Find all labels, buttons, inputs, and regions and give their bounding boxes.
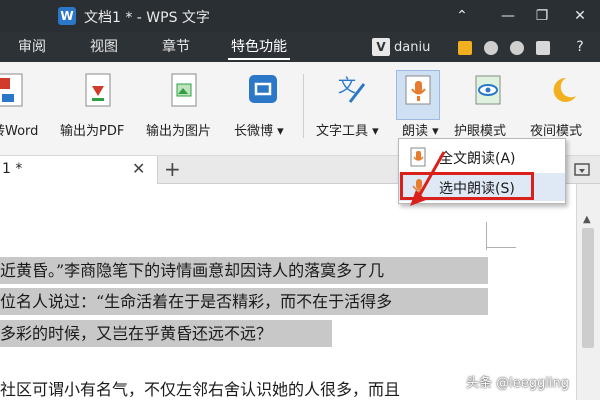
dropdown-label: 全文朗读(A) [439,151,516,167]
skin-icon[interactable] [510,41,524,55]
tab-list-icon[interactable] [574,162,590,178]
vertical-scrollbar[interactable]: ▲ [576,184,600,400]
shirt-icon[interactable] [536,41,550,55]
read-aloud-icon [405,75,431,105]
image-export-icon [171,73,197,107]
weibo-icon [249,75,277,103]
text-line-selected[interactable]: 近黄昏。”李商隐笔下的诗情画意却因诗人的落寞多了几 [0,257,488,284]
ribbon-label: 朗读 ▾ [402,124,439,139]
tab-chapter[interactable]: 章节 [156,32,196,62]
vip-icon: V [372,38,390,56]
menu-bar: 审阅 视图 章节 特色功能 Vdaniu ? [0,32,600,62]
margin-marker [486,222,487,250]
word-convert-icon [0,73,23,107]
watermark-text: 头条 @leeggling [466,376,569,391]
export-pdf-button[interactable]: 输出为PDF [60,68,140,148]
new-tab-button[interactable]: + [164,157,181,181]
collapse-ribbon-button[interactable]: ⌃ [450,4,474,28]
title-bar: W 文档1 * - WPS 文字 ⌃ — ❐ ✕ [0,0,600,32]
text-tools-icon: 文 [338,76,366,103]
minimize-button[interactable]: — [496,4,520,28]
tab-view[interactable]: 视图 [84,32,124,62]
ribbon-separator [303,74,304,138]
ribbon-label: 夜间模式 [530,124,583,139]
read-aloud-button[interactable]: 朗读 ▾ [396,68,448,148]
text-line-selected[interactable]: 位名人说过：“生命活着在于是否精彩，而不在于活得多 [0,288,488,315]
night-mode-icon [553,77,576,102]
eye-protect-icon [475,75,501,105]
ribbon-label: 输出为PDF [60,124,125,139]
tab-review[interactable]: 审阅 [12,32,52,62]
close-button[interactable]: ✕ [568,4,592,28]
ribbon-label: 转Word [0,124,39,139]
document-tab-label: 1 * [2,161,23,177]
scroll-thumb[interactable] [582,228,594,348]
wps-logo-icon: W [58,7,76,25]
tab-special-features[interactable]: 特色功能 [224,32,294,62]
ribbon-label: 护眼模式 [454,124,507,139]
text-line-selected[interactable]: 多彩的时候，又岂在乎黄昏还远不远？ [0,320,332,347]
eye-protect-mode-button[interactable]: 护眼模式 [452,68,526,148]
pdf-export-icon [85,73,111,107]
convert-to-word-button[interactable]: 转Word [0,68,52,148]
ribbon-label: 文字工具 ▾ [316,124,379,139]
shield-icon[interactable] [484,41,498,55]
svg-text:文: 文 [338,76,356,97]
export-image-button[interactable]: 输出为图片 [144,68,228,148]
mail-icon[interactable] [458,41,472,55]
ribbon-label: 输出为图片 [146,124,212,139]
text-line[interactable]: 社区可谓小有名气，不仅左邻右舍认识她的人很多，而且 [0,376,488,400]
close-tab-icon[interactable]: ✕ [132,159,145,178]
document-tab[interactable]: 1 * ✕ [0,156,158,184]
window-title: 文档1 * - WPS 文字 [84,10,210,26]
text-tools-button[interactable]: 文 文字工具 ▾ [312,68,392,148]
ribbon-label: 长微博 ▾ [234,124,284,139]
margin-marker [486,247,516,248]
annotation-arrow-icon [410,151,446,206]
username: daniu [394,40,431,55]
long-weibo-button[interactable]: 长微博 ▾ [232,68,296,148]
night-mode-button[interactable]: 夜间模式 [528,68,600,148]
help-icon[interactable]: ? [566,32,594,62]
scroll-up-icon[interactable]: ▲ [583,214,591,225]
maximize-button[interactable]: ❐ [530,4,554,28]
user-account[interactable]: Vdaniu [372,38,430,56]
